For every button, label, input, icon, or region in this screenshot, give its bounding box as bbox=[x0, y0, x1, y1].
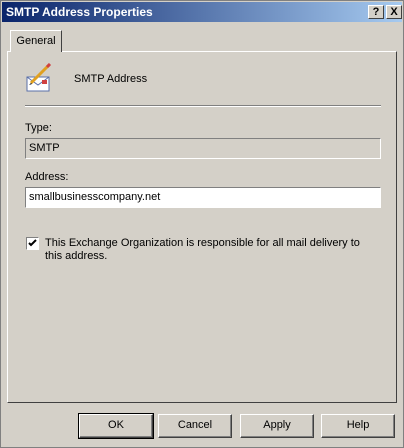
responsibility-checkbox[interactable] bbox=[26, 237, 39, 250]
header-label: SMTP Address bbox=[74, 73, 148, 85]
dialog-window: SMTP Address Properties ? X General SMTP… bbox=[0, 0, 404, 448]
responsibility-checkbox-label: This Exchange Organization is responsibl… bbox=[45, 237, 360, 262]
type-field: SMTP bbox=[25, 138, 381, 159]
ok-button[interactable]: OK bbox=[78, 413, 154, 439]
apply-button[interactable]: Apply bbox=[240, 414, 314, 438]
general-panel bbox=[7, 51, 397, 403]
help-title-button[interactable]: ? bbox=[368, 5, 384, 19]
envelope-pen-icon bbox=[26, 63, 52, 92]
close-title-button[interactable]: X bbox=[386, 5, 402, 19]
cancel-button[interactable]: Cancel bbox=[158, 414, 232, 438]
help-button[interactable]: Help bbox=[321, 414, 395, 438]
separator bbox=[25, 105, 381, 107]
address-input[interactable]: smallbusinesscompany.net bbox=[25, 187, 381, 208]
type-label: Type: bbox=[25, 122, 52, 134]
title-bar[interactable]: SMTP Address Properties ? X bbox=[2, 2, 402, 22]
window-title: SMTP Address Properties bbox=[6, 5, 153, 19]
check-icon bbox=[28, 239, 37, 247]
address-label: Address: bbox=[25, 171, 69, 183]
tab-general[interactable]: General bbox=[10, 30, 62, 52]
